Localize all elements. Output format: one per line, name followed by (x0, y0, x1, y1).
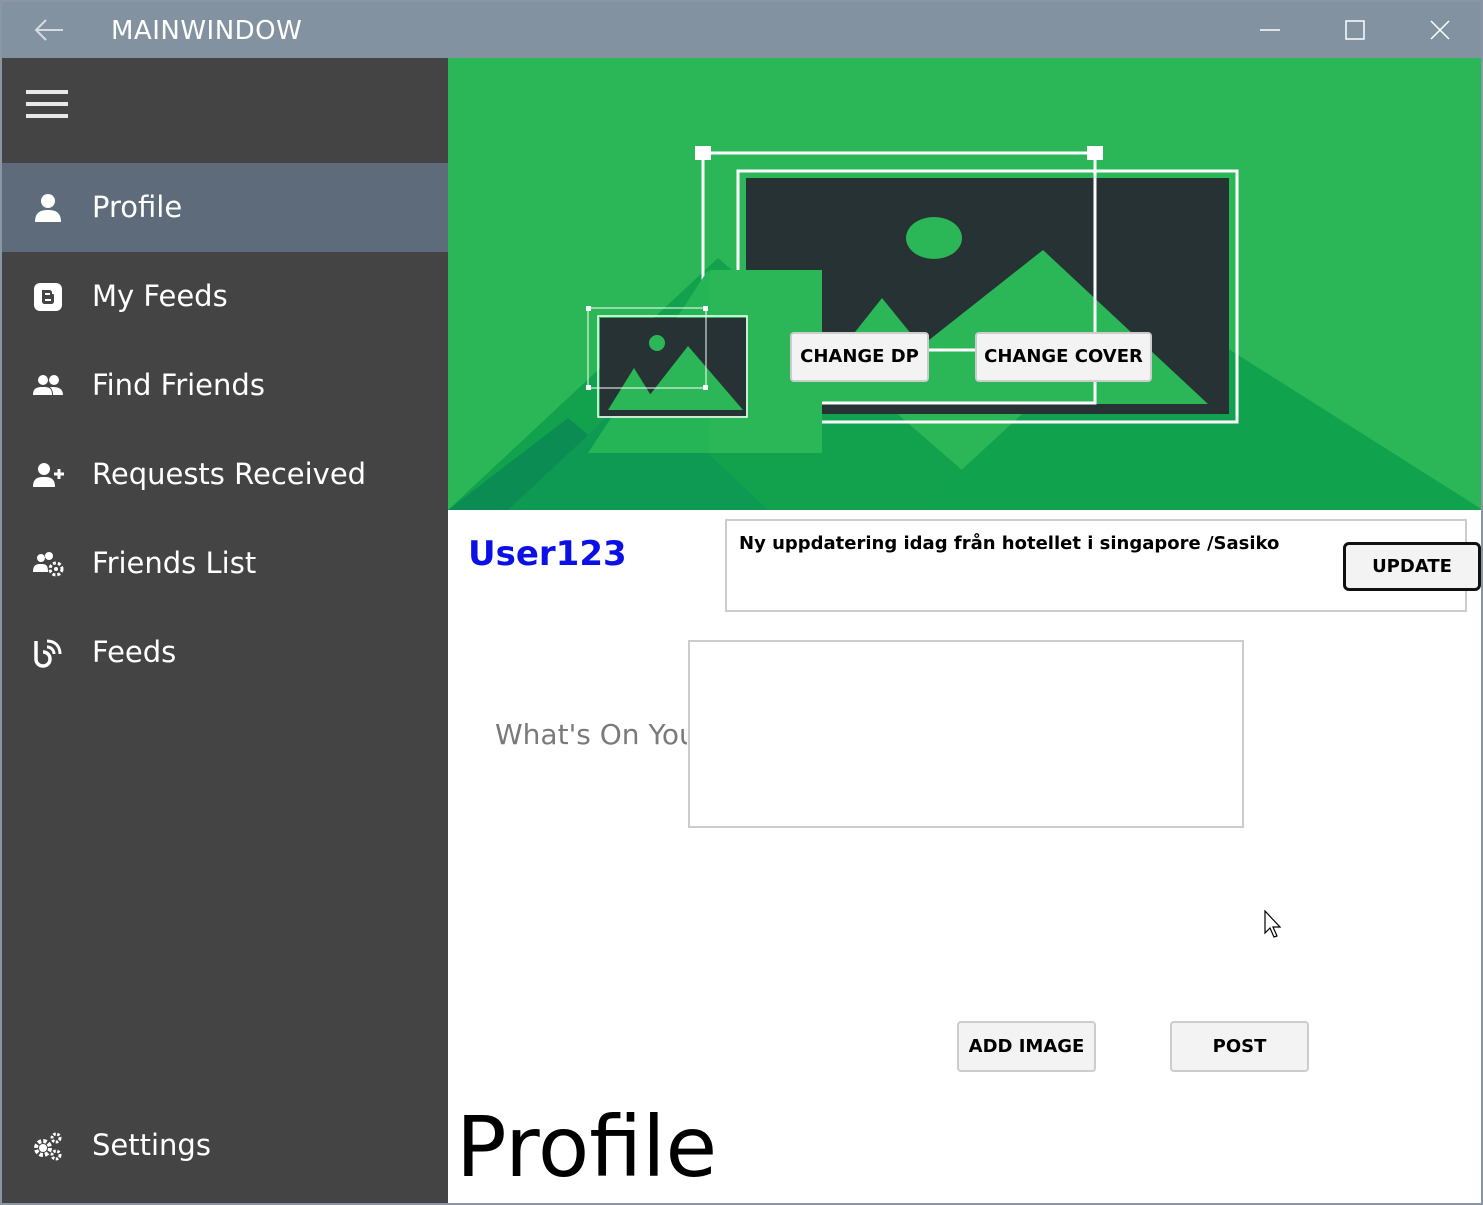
hamburger-line (26, 90, 68, 94)
post-button[interactable]: POST (1170, 1021, 1309, 1072)
update-button[interactable]: UPDATE (1343, 542, 1481, 591)
sidebar-item-label: My Feeds (92, 279, 228, 313)
cogs-icon (34, 1132, 62, 1161)
maximize-icon (1345, 20, 1365, 40)
sidebar-item-profile[interactable]: Profile (2, 163, 448, 252)
close-button[interactable] (1398, 2, 1481, 58)
add-image-button[interactable]: ADD IMAGE (957, 1021, 1096, 1072)
sidebar-item-requests-received[interactable]: Requests Received (2, 430, 448, 519)
sidebar-item-label: Friends List (92, 546, 257, 580)
back-arrow-icon (34, 19, 63, 41)
back-button[interactable] (16, 2, 82, 58)
sidebar-item-label: Feeds (92, 635, 177, 669)
cover-illustration (448, 58, 1481, 510)
sidebar: Profile My Feeds Find Friends Requests R… (2, 58, 448, 1203)
whats-on-your-mind-label: What's On Your Mind (495, 718, 687, 751)
feed-icon (34, 639, 62, 668)
username: User123 (468, 534, 627, 574)
user-icon (35, 194, 61, 222)
blogger-icon (34, 283, 62, 311)
users-icon (33, 375, 63, 395)
profile-content: CHANGE DP CHANGE COVER User123 Ny uppdat… (448, 58, 1481, 1203)
maximize-button[interactable] (1313, 2, 1397, 58)
sidebar-item-my-feeds[interactable]: My Feeds (2, 252, 448, 341)
user-plus-icon (33, 463, 64, 487)
hamburger-menu-button[interactable] (26, 88, 68, 120)
status-text: Ny uppdatering idag från hotellet i sing… (739, 533, 1280, 554)
sidebar-item-friends-list[interactable]: Friends List (2, 519, 448, 608)
page-title: Profile (456, 1098, 718, 1196)
hamburger-line (26, 114, 68, 118)
sidebar-item-settings[interactable]: Settings (2, 1101, 448, 1190)
mouse-cursor-icon (1264, 910, 1282, 938)
change-cover-button[interactable]: CHANGE COVER (975, 332, 1152, 382)
minimize-button[interactable] (1228, 2, 1312, 58)
users-cog-icon (33, 552, 64, 577)
cover-image (448, 58, 1481, 510)
window-title: MAINWINDOW (111, 16, 303, 46)
title-bar: MAINWINDOW (2, 2, 1481, 58)
sidebar-item-label: Requests Received (92, 457, 367, 491)
sidebar-item-label: Profile (92, 190, 183, 224)
sidebar-item-label: Find Friends (92, 368, 265, 402)
sidebar-item-label: Settings (92, 1128, 211, 1162)
change-dp-button[interactable]: CHANGE DP (790, 332, 929, 382)
minimize-icon (1260, 29, 1280, 31)
main-window: MAINWINDOW Profile My Feeds Find Friends… (0, 0, 1483, 1205)
sidebar-item-find-friends[interactable]: Find Friends (2, 341, 448, 430)
sidebar-item-feeds[interactable]: Feeds (2, 608, 448, 697)
hamburger-line (26, 102, 68, 106)
post-textarea[interactable] (688, 640, 1244, 828)
close-icon (1430, 20, 1450, 40)
